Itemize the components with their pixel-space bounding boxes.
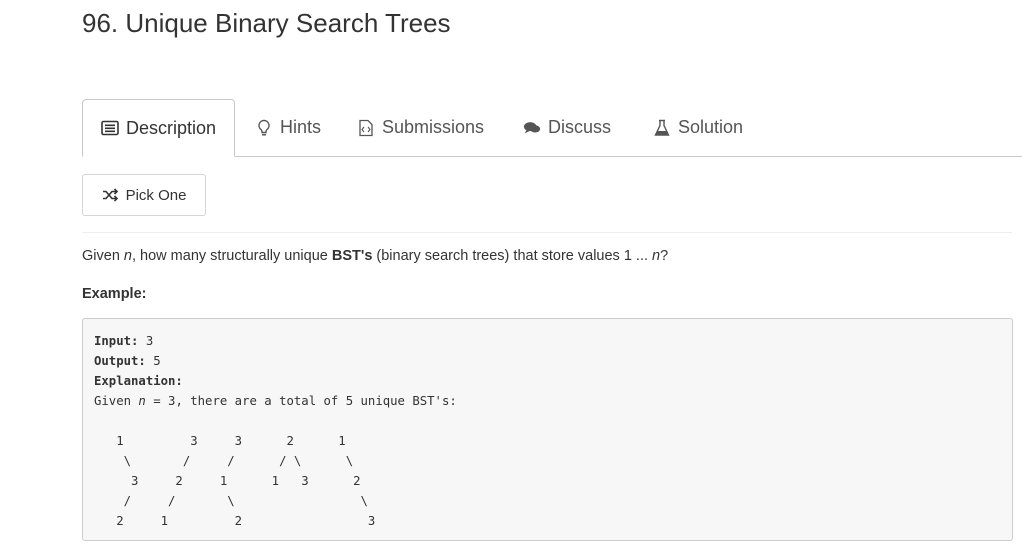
question-bold-term: BST's	[331, 248, 373, 264]
explanation-text: Given	[94, 394, 139, 408]
input-value: 3	[138, 334, 154, 348]
explanation-variable: n	[138, 394, 146, 408]
question-text: (binary search trees) that store values …	[372, 248, 653, 264]
tab-hints[interactable]: Hints	[255, 99, 321, 156]
comments-icon	[523, 119, 541, 137]
pick-one-button[interactable]: Pick One	[82, 174, 206, 216]
tab-hints-label: Hints	[280, 117, 322, 137]
shuffle-icon	[102, 188, 118, 202]
code-file-icon	[357, 119, 375, 137]
tab-discuss[interactable]: Discuss	[523, 99, 611, 156]
output-value: 5	[145, 354, 161, 368]
tab-submissions-label: Submissions	[382, 117, 485, 137]
tab-bar: Description Hints Submissions Discuss So…	[82, 99, 1022, 157]
divider	[82, 232, 1012, 233]
example-heading: Example:	[82, 286, 147, 302]
tab-discuss-label: Discuss	[548, 117, 612, 137]
tab-solution[interactable]: Solution	[653, 99, 743, 156]
flask-icon	[653, 119, 671, 137]
question-variable: n	[652, 248, 661, 264]
example-code: Input: 3 Output: 5 Explanation: Given n …	[94, 331, 457, 531]
tab-solution-label: Solution	[678, 117, 744, 137]
tab-description[interactable]: Description	[82, 99, 236, 157]
lightbulb-icon	[255, 119, 273, 137]
description-icon	[101, 119, 119, 137]
question-text: ?	[660, 248, 669, 264]
tab-submissions[interactable]: Submissions	[357, 99, 484, 156]
example-code-block: Input: 3 Output: 5 Explanation: Given n …	[82, 318, 1013, 541]
question-text: , how many structurally unique	[132, 248, 332, 264]
explanation-text: = 3, there are a total of 5 unique BST's…	[145, 394, 457, 408]
question-variable: n	[123, 248, 132, 264]
input-label: Input:	[94, 334, 139, 348]
question-text: Given	[82, 248, 124, 264]
pick-one-label: Pick One	[125, 186, 187, 204]
output-label: Output:	[94, 354, 146, 368]
explanation-label: Explanation:	[94, 374, 183, 388]
bst-diagrams: 1 3 3 2 1 \ / / / \ \ 3 2 1 1 3 2 / / \ …	[116, 434, 376, 528]
tab-description-label: Description	[126, 117, 217, 138]
problem-statement: Given n, how many structurally unique BS…	[82, 248, 668, 264]
page-title: 96. Unique Binary Search Trees	[82, 8, 451, 38]
